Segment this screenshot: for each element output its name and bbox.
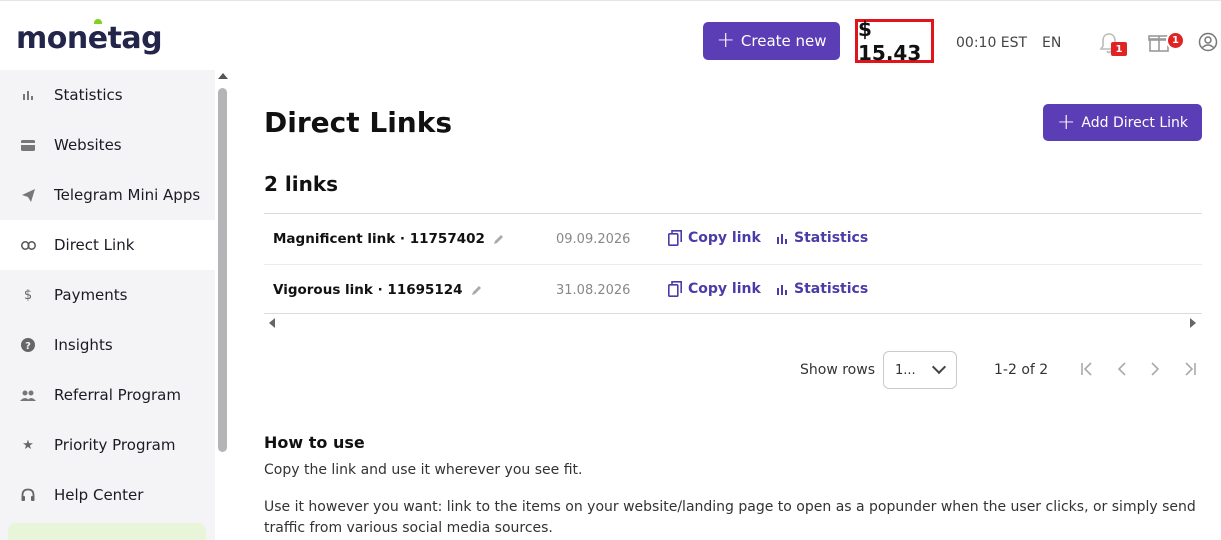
sidebar-item-label: Insights [54,336,113,354]
rows-per-page-value: 1... [895,362,916,378]
sidebar-item-referral-program[interactable]: Referral Program [0,370,215,420]
link-name-cell: Vigorous link · 11695124 [273,282,483,298]
user-icon[interactable] [1198,32,1218,52]
bar-chart-icon [777,284,787,295]
link-name-cell: Magnificent link · 11757402 [273,231,505,247]
sidebar-item-insights[interactable]: ? Insights [0,320,215,370]
question-icon: ? [20,337,36,353]
card-icon [20,137,36,153]
add-direct-link-label: Add Direct Link [1081,114,1189,131]
prev-page-icon[interactable] [1117,362,1127,380]
clock: 00:10 EST [956,35,1028,51]
statistics-label: Statistics [794,281,869,297]
people-icon [20,387,36,403]
pencil-icon[interactable] [493,233,505,245]
scroll-up-arrow-icon[interactable] [218,73,228,79]
sidebar: Statistics Websites Telegram Mini Apps D… [0,70,215,540]
sidebar-item-label: Telegram Mini Apps [54,186,201,204]
rows-per-page-select[interactable]: 1... [883,351,957,389]
dollar-icon: $ [23,287,33,303]
sidebar-item-websites[interactable]: Websites [0,120,215,170]
how-to-use-title: How to use [264,433,365,452]
copy-link-label: Copy link [688,281,761,297]
copy-link-label: Copy link [688,230,761,246]
headset-icon [20,487,36,503]
star-icon: ★ [22,437,34,453]
statistics-link[interactable]: Statistics [776,281,868,297]
sidebar-item-label: Direct Link [54,236,135,254]
notification-badge: 1 [1111,42,1127,56]
link-name: Magnificent link · 11757402 [273,231,485,247]
table-row: Magnificent link · 11757402 09.09.2026 C… [264,214,1202,264]
sidebar-item-label: Priority Program [54,436,176,454]
link-icon [20,237,36,253]
bar-chart-icon [777,233,787,244]
language-selector[interactable]: EN [1042,35,1061,51]
top-header: monetag + Create new $ 15.43 00:10 EST E… [0,0,1221,70]
balance-display[interactable]: $ 15.43 [855,17,934,65]
sidebar-item-direct-link[interactable]: Direct Link [0,220,215,270]
sidebar-item-priority-program[interactable]: ★ Priority Program [0,420,215,470]
gift-badge: 1 [1166,31,1185,50]
create-new-button[interactable]: + Create new [703,22,840,60]
direct-links-table: Magnificent link · 11757402 09.09.2026 C… [264,213,1202,314]
next-page-icon[interactable] [1150,362,1160,380]
sidebar-item-label: Statistics [54,86,123,104]
statistics-link[interactable]: Statistics [776,230,868,246]
pencil-icon[interactable] [471,284,483,296]
paper-plane-icon [20,187,36,203]
sidebar-item-label: Referral Program [54,386,181,404]
pagination-range: 1-2 of 2 [994,362,1049,378]
copy-link-button[interactable]: Copy link [668,281,761,297]
monetag-logo[interactable]: monetag [16,19,163,56]
sidebar-promo-card[interactable] [8,523,206,540]
create-new-label: Create new [740,32,827,50]
sidebar-item-statistics[interactable]: Statistics [0,70,215,120]
link-name: Vigorous link · 11695124 [273,282,463,298]
link-date: 31.08.2026 [556,283,631,298]
link-date: 09.09.2026 [556,232,631,247]
first-page-icon[interactable] [1080,362,1096,380]
sidebar-scroll-thumb[interactable] [218,88,227,452]
show-rows-label: Show rows [800,362,875,378]
copy-icon [668,230,682,246]
bar-chart-icon [20,87,36,103]
how-to-use-text: Copy the link and use it wherever you se… [264,462,583,478]
links-count: 2 links [264,172,339,196]
sidebar-item-label: Help Center [54,486,144,504]
last-page-icon[interactable] [1181,362,1197,380]
scroll-right-arrow-icon[interactable] [1190,318,1196,328]
sidebar-item-help-center[interactable]: Help Center [0,470,215,520]
statistics-label: Statistics [794,230,869,246]
copy-icon [668,281,682,297]
copy-link-button[interactable]: Copy link [668,230,761,246]
add-direct-link-button[interactable]: + Add Direct Link [1043,104,1202,141]
plus-icon: + [1056,109,1076,135]
page-title: Direct Links [264,106,453,139]
sidebar-item-label: Payments [54,286,128,304]
chevron-down-icon [931,359,947,375]
sidebar-item-telegram-mini-apps[interactable]: Telegram Mini Apps [0,170,215,220]
plus-icon: + [716,28,735,53]
svg-text:?: ? [25,341,31,352]
sidebar-item-label: Websites [54,136,122,154]
table-row: Vigorous link · 11695124 31.08.2026 Copy… [264,264,1202,314]
how-to-use-description: Use it however you want: link to the ite… [264,499,1196,536]
scroll-left-arrow-icon[interactable] [269,318,275,328]
sidebar-item-payments[interactable]: $ Payments [0,270,215,320]
